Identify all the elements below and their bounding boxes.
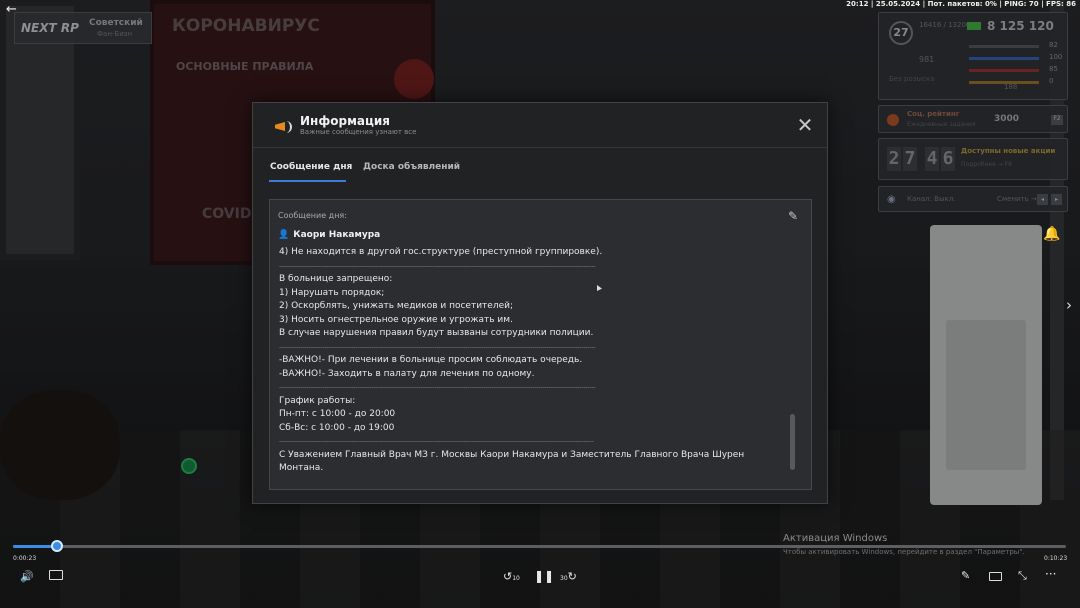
message-signature: С Уважением Главный Врач МЗ г. Москвы Ка… (279, 449, 745, 474)
close-icon[interactable]: ✕ (795, 115, 815, 136)
message-line: 4) Не находится в другой гос.структуре (… (279, 247, 603, 257)
edit-icon[interactable]: ✎ (961, 569, 970, 582)
bar-value: 82 (1049, 41, 1058, 49)
megaphone-icon (271, 117, 293, 137)
rating-icon (887, 114, 899, 126)
author-name: Каори Накамура (293, 230, 381, 240)
message-separator: ----------------------------------------… (279, 438, 594, 445)
more-options-icon[interactable]: ··· (1045, 567, 1056, 581)
water-bar (969, 57, 1039, 60)
promo-title: Доступны новые акции (961, 147, 1056, 155)
message-separator: ----------------------------------------… (279, 262, 596, 270)
video-progress-bar[interactable] (13, 540, 1066, 552)
modal-subtitle: Важные сообщения узнают все (300, 128, 417, 136)
bar-value: 85 (1049, 65, 1058, 73)
top-status-bar: 20:12 | 25.05.2024 | Пот. пакетов: 0% | … (846, 0, 1076, 8)
time-digit: 6 (941, 147, 955, 171)
channel-panel[interactable]: ◉ Канал: Выкл. Сменить → ◂ ▸ (878, 186, 1068, 212)
bar-value: 100 (1049, 53, 1063, 61)
message-scrollbar[interactable] (790, 414, 795, 470)
chevron-right-icon[interactable]: › (1066, 296, 1072, 314)
hud-stat: 981 (919, 55, 935, 64)
pencil-icon[interactable]: ✎ (788, 209, 802, 223)
forward-label: 30 (560, 575, 568, 582)
message-line: Пн-пт: с 10:00 - до 20:00 (279, 409, 396, 419)
channel-change: Сменить → (997, 195, 1037, 203)
social-rating-panel[interactable]: Соц. рейтинг Ежедневные задания 3000 F2 (878, 105, 1068, 133)
header-divider (253, 147, 827, 148)
message-text: 4) Не находится в другой гос.структуре (… (279, 246, 769, 476)
message-line: 1) Нарушать порядок; (279, 287, 385, 298)
key-icon: ◂ (1037, 194, 1048, 205)
message-author: 👤 Каори Накамура (278, 230, 380, 240)
bell-icon[interactable]: 🔔 (1043, 226, 1060, 244)
armor-bar (969, 45, 1039, 48)
promo-more: Подробнее → F6 (961, 161, 1012, 168)
time-digit: 7 (903, 147, 917, 171)
hud-bottom-stat: 188 (1004, 83, 1018, 91)
info-modal: Информация Важные сообщения узнают все ✕… (252, 102, 828, 504)
message-line: График работы: (279, 395, 356, 406)
wanted-status: Без розыска (889, 75, 935, 83)
message-line: 3) Носить огнестрельное оружие и угрожат… (279, 314, 513, 325)
rating-title: Соц. рейтинг (907, 110, 960, 118)
server-sub: Фан-Бизн (97, 30, 133, 38)
server-logo: NEXT RP (21, 21, 79, 35)
message-line: В больнице запрещено: (279, 274, 393, 284)
exit-fullscreen-icon[interactable]: ⤡ (1018, 569, 1027, 583)
rewind-label: 10 (512, 575, 520, 582)
volume-icon[interactable]: 🔊 (20, 570, 34, 583)
rating-sub: Ежедневные задания (907, 121, 976, 128)
tab-bulletin-board[interactable]: Доска объявлений (363, 162, 460, 172)
rating-value: 3000 (994, 114, 1020, 124)
hud-main-panel: 27 16416 / 132000 8 125 120 981 82 100 8… (878, 12, 1068, 100)
rating-key: F2 (1051, 115, 1063, 125)
forward-30-icon[interactable]: 30↻ (560, 570, 577, 583)
message-label: Сообщение дня: (278, 211, 347, 220)
tab-message-of-day[interactable]: Сообщение дня (270, 162, 352, 172)
message-line: -ВАЖНО!- Заходить в палату для лечения п… (279, 368, 535, 379)
message-separator: ----------------------------------------… (279, 384, 596, 391)
message-separator: ----------------------------------------… (279, 343, 596, 351)
server-logo-panel: NEXT RP Советский Фан-Бизн (14, 12, 152, 44)
money-value: 8 125 120 (967, 19, 1054, 33)
windows-activation-title: Активация Windows (783, 533, 888, 544)
time-digit: 2 (887, 147, 901, 171)
current-time: 0:00:23 (13, 555, 37, 562)
level-badge: 27 (889, 21, 913, 45)
windows-activation-text: Чтобы активировать Windows, перейдите в … (783, 548, 1025, 556)
time-digit: 4 (925, 147, 939, 171)
pause-icon[interactable]: ❚❚ (534, 569, 554, 583)
health-bar (969, 69, 1039, 72)
message-line: -ВАЖНО!- При лечении в больнице просим с… (279, 355, 583, 365)
message-line: 2) Оскорблять, унижать медиков и посетит… (279, 301, 513, 311)
rewind-10-icon[interactable]: ↺10 (503, 570, 520, 583)
modal-title: Информация (300, 114, 390, 128)
captions-icon[interactable] (989, 572, 1002, 581)
server-name: Советский (89, 18, 143, 28)
bar-value: 0 (1049, 77, 1054, 85)
user-icon: 👤 (278, 230, 290, 240)
time-panel[interactable]: 2 7 4 6 Доступны новые акции Подробнее →… (878, 138, 1068, 180)
key-icon: ▸ (1051, 194, 1062, 205)
total-time: 0:10:23 (1044, 555, 1068, 562)
active-tab-indicator (269, 180, 346, 182)
channel-label: Канал: Выкл. (907, 195, 956, 203)
message-line: Сб-Вс: с 10:00 - до 19:00 (279, 422, 395, 433)
subtitles-icon[interactable] (49, 570, 63, 580)
radio-icon: ◉ (887, 194, 896, 205)
message-line: В случае нарушения правил будут вызваны … (279, 328, 594, 338)
message-box[interactable]: Сообщение дня: ✎ 👤 Каори Накамура 4) Не н… (269, 199, 812, 490)
